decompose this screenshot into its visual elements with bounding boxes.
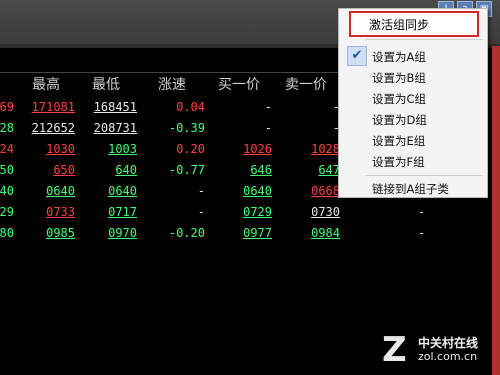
menu-separator — [365, 175, 483, 176]
cell-low: 0717 — [108, 205, 137, 219]
cell-bid: - — [264, 100, 272, 114]
cell-extra-dash: - — [418, 205, 426, 219]
header-low[interactable]: 最低 — [92, 74, 120, 94]
header-ask[interactable]: 卖一价 — [285, 74, 327, 94]
cell-extra-dash: - — [418, 226, 426, 240]
cell-prefix: 24 — [0, 142, 14, 156]
menu-item-group-d[interactable]: 设置为D组 — [372, 112, 427, 128]
header-high[interactable]: 最高 — [32, 74, 60, 94]
cell-ask: 0730 — [311, 205, 340, 219]
cell-speed: -0.39 — [168, 121, 205, 135]
cell-high: 0985 — [46, 226, 75, 240]
cell-prefix: 80 — [0, 226, 14, 240]
cell-prefix: 28 — [0, 121, 14, 135]
menu-item-group-a[interactable]: 设置为A组 — [372, 49, 426, 65]
cell-ask: 0984 — [311, 226, 340, 240]
cell-speed: 0.20 — [176, 142, 205, 156]
zol-watermark: Z 中关村在线 zol.com.cn — [382, 330, 492, 370]
menu-item-group-e[interactable]: 设置为E组 — [372, 133, 425, 149]
highlight-line — [0, 72, 340, 73]
cell-speed: -0.77 — [168, 163, 205, 177]
cell-low: 1003 — [108, 142, 137, 156]
cell-speed: 0.04 — [176, 100, 205, 114]
header-speed[interactable]: 涨速 — [158, 74, 186, 94]
cell-high: 0640 — [46, 184, 75, 198]
zol-logo-url: zol.com.cn — [418, 350, 478, 363]
menu-separator — [365, 39, 483, 40]
cell-high: 171081 — [31, 100, 75, 114]
menu-item-label: 激活组同步 — [369, 18, 430, 32]
cell-high: 650 — [53, 163, 75, 177]
zol-logo-letter: Z — [382, 330, 407, 370]
cell-prefix: 69 — [0, 100, 14, 114]
check-icon: ✔ — [347, 46, 367, 66]
cell-low: 0640 — [108, 184, 137, 198]
cell-low: 0970 — [108, 226, 137, 240]
menu-item-group-c[interactable]: 设置为C组 — [372, 91, 426, 107]
cell-bid: - — [264, 121, 272, 135]
cell-speed: -0.20 — [168, 226, 205, 240]
cell-speed: - — [197, 205, 205, 219]
menu-item-link-subclass[interactable]: 链接到A组子类 — [372, 181, 449, 197]
cell-bid: 646 — [250, 163, 272, 177]
menu-item-group-b[interactable]: 设置为B组 — [372, 70, 426, 86]
cell-speed: - — [197, 184, 205, 198]
context-menu: 激活组同步 ✔ 设置为A组 设置为B组 设置为C组 设置为D组 设置为E组 设置… — [338, 8, 488, 198]
cell-low: 640 — [115, 163, 137, 177]
cell-high: 0733 — [46, 205, 75, 219]
zol-logo-name: 中关村在线 — [418, 336, 479, 350]
cell-ask: 1028 — [311, 142, 340, 156]
cell-low: 168451 — [93, 100, 137, 114]
cell-prefix: 40 — [0, 184, 14, 198]
cell-bid: 1026 — [243, 142, 272, 156]
cell-low: 208731 — [93, 121, 137, 135]
cell-ask: 647 — [318, 163, 340, 177]
menu-item-activate-sync[interactable]: 激活组同步 — [349, 11, 479, 37]
cell-prefix: 50 — [0, 163, 14, 177]
cell-high: 1030 — [46, 142, 75, 156]
cell-high: 212652 — [31, 121, 75, 135]
cell-bid: 0977 — [243, 226, 272, 240]
cell-prefix: 29 — [0, 205, 14, 219]
menu-item-group-f[interactable]: 设置为F组 — [372, 154, 425, 170]
right-scroll-edge — [492, 46, 500, 375]
header-bid[interactable]: 买一价 — [218, 74, 260, 94]
cell-bid: 0640 — [243, 184, 272, 198]
cell-ask: 0668 — [311, 184, 340, 198]
cell-bid: 0729 — [243, 205, 272, 219]
